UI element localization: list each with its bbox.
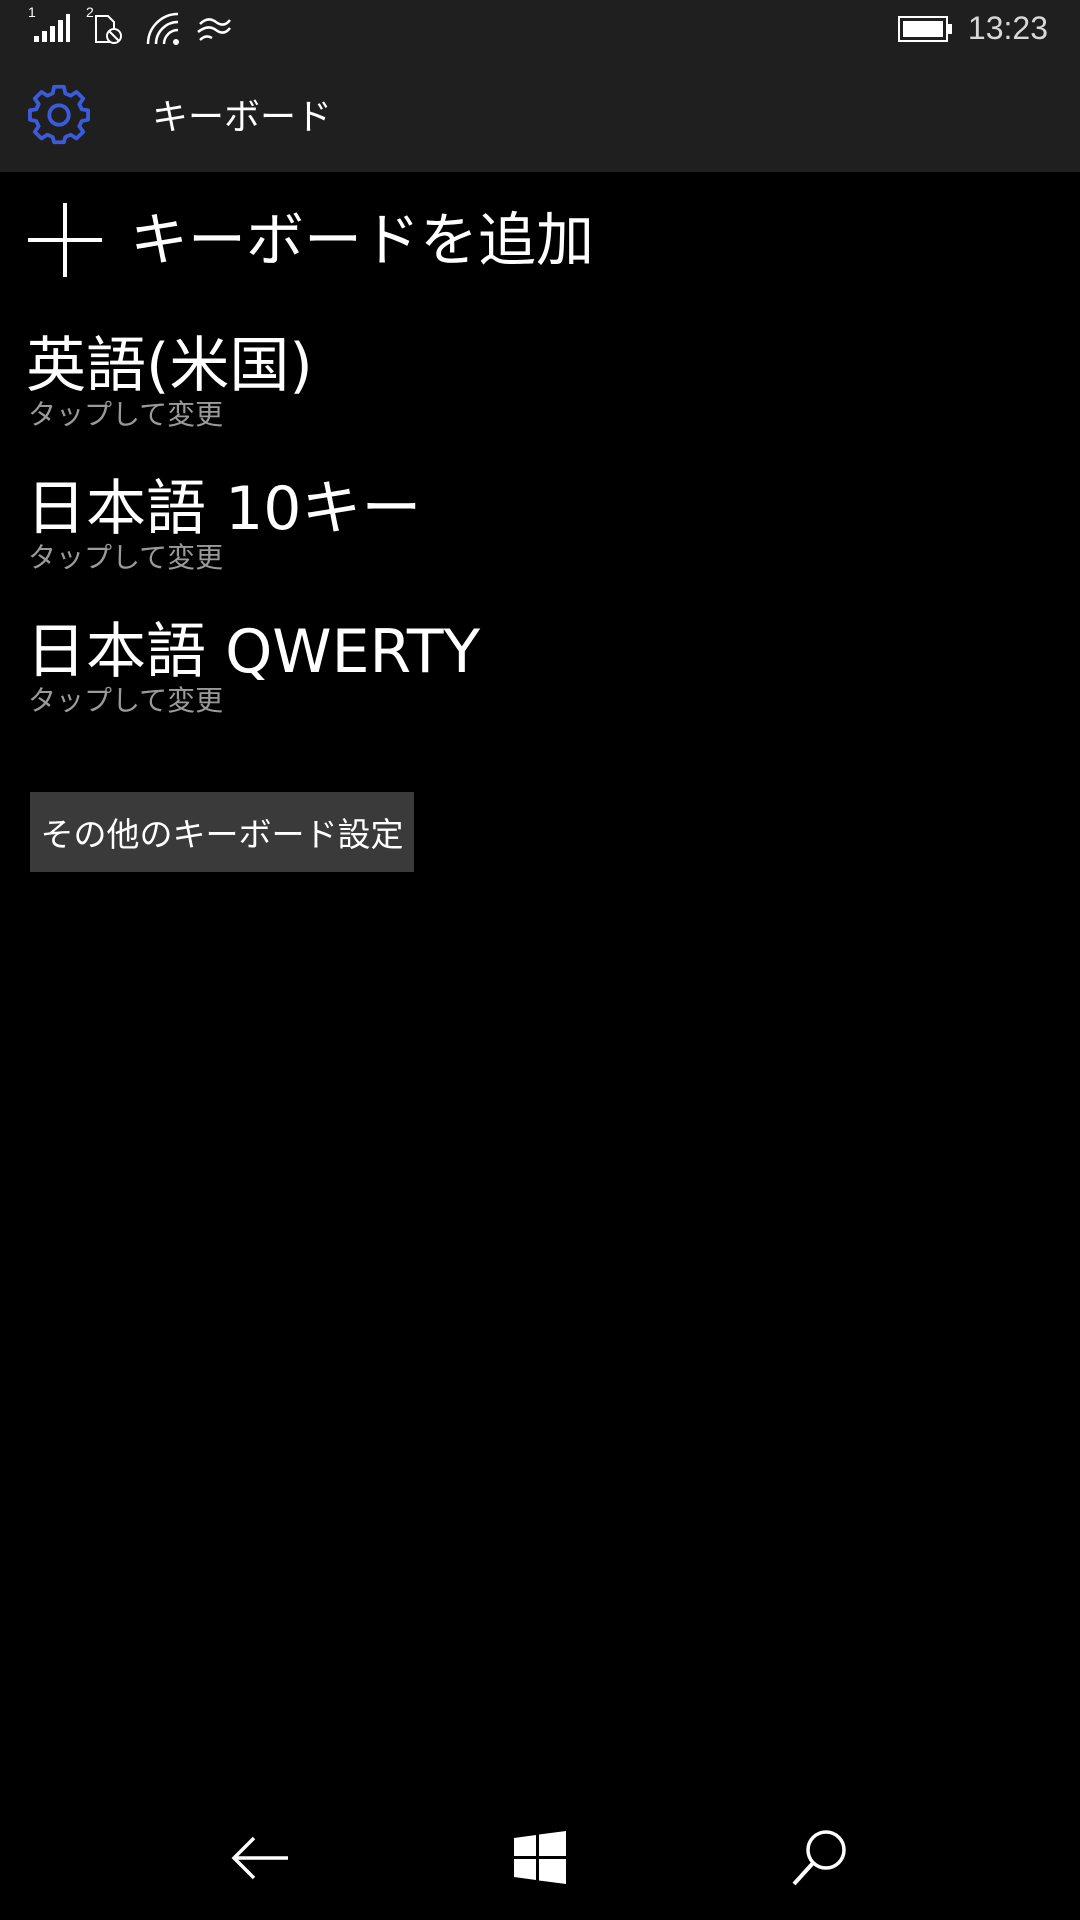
add-keyboard-button[interactable]: キーボードを追加 bbox=[28, 200, 594, 280]
battery-icon bbox=[898, 16, 952, 42]
navigation-bar bbox=[0, 1796, 1080, 1920]
sim-disabled-icon bbox=[95, 15, 122, 44]
keyboard-name: 日本語 10キー bbox=[26, 474, 422, 544]
keyboard-item-japanese-qwerty[interactable]: 日本語 QWERTY タップして変更 bbox=[26, 616, 480, 718]
gear-icon bbox=[28, 84, 90, 145]
status-bar: 1 2 13:23 bbox=[0, 0, 1080, 58]
back-icon[interactable] bbox=[224, 1822, 296, 1894]
keyboard-item-japanese-10key[interactable]: 日本語 10キー タップして変更 bbox=[26, 473, 421, 575]
plus-icon bbox=[28, 203, 102, 277]
page-header: キーボード bbox=[0, 58, 1080, 172]
sim2-label: 2 bbox=[86, 4, 94, 20]
data-sense-icon bbox=[197, 18, 231, 41]
signal-icon bbox=[34, 14, 70, 42]
keyboard-subtitle: タップして変更 bbox=[28, 398, 224, 431]
page-title: キーボード bbox=[152, 97, 333, 138]
keyboard-item-english-us[interactable]: 英語(米国) タップして変更 bbox=[26, 330, 313, 432]
keyboard-name: 日本語 QWERTY bbox=[26, 617, 481, 687]
add-keyboard-label: キーボードを追加 bbox=[130, 206, 595, 274]
keyboard-name: 英語(米国) bbox=[26, 331, 313, 401]
keyboard-subtitle: タップして変更 bbox=[28, 684, 224, 717]
search-icon[interactable] bbox=[784, 1822, 856, 1894]
windows-start-icon[interactable] bbox=[504, 1822, 576, 1894]
more-keyboard-settings-button[interactable]: その他のキーボード設定 bbox=[30, 792, 414, 872]
wifi-icon bbox=[146, 12, 179, 45]
screen: 1 2 13:23 キーボード キーボードを追加 英語(米国) タップして変更 … bbox=[0, 0, 1080, 1920]
clock: 13:23 bbox=[967, 10, 1048, 46]
keyboard-subtitle: タップして変更 bbox=[28, 541, 224, 574]
